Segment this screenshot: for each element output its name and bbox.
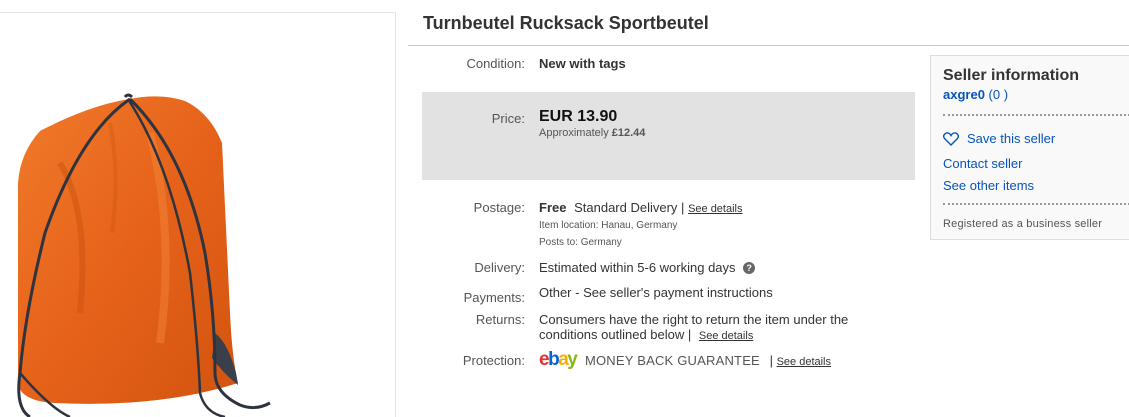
price-approximate: Approximately £12.44: [539, 127, 645, 139]
postage-method: Standard Delivery: [574, 200, 678, 215]
price-amount: EUR 13.90: [539, 108, 618, 125]
returns-see-details-link[interactable]: See details: [699, 330, 753, 342]
returns-line-1: Consumers have the right to return the i…: [539, 312, 849, 327]
seller-divider-top: [943, 114, 1129, 116]
returns-line-2: conditions outlined below |: [539, 327, 692, 342]
approx-prefix: Approximately: [539, 127, 609, 139]
posts-to-value: Germany: [580, 237, 622, 248]
delivery-value-row: Estimated within 5-6 working days ?: [539, 260, 756, 275]
returns-label: Returns:: [475, 312, 525, 327]
price-box: [422, 92, 915, 180]
protection-see-details-link[interactable]: See details: [777, 356, 831, 368]
seller-info-title: Seller information: [943, 67, 1080, 84]
posts-to: Posts to: Germany: [539, 237, 622, 248]
title-divider: [408, 45, 1129, 46]
see-other-items-link[interactable]: See other items: [943, 178, 1034, 193]
delivery-label: Delivery:: [474, 260, 525, 275]
contact-seller-link[interactable]: Contact seller: [943, 156, 1022, 171]
protection-label: Protection:: [462, 353, 525, 368]
price-label: Price:: [491, 111, 525, 126]
returns-line-2-row: conditions outlined below | See details: [539, 327, 753, 342]
help-icon[interactable]: ?: [743, 262, 756, 274]
item-location-label: Item location:: [539, 220, 599, 231]
seller-info-box: Seller information axgre0 (0 ) Save this…: [930, 55, 1129, 240]
seller-username-link[interactable]: axgre0: [943, 87, 985, 102]
seller-divider-bottom: [943, 203, 1129, 205]
save-seller-label: Save this seller: [967, 131, 1056, 146]
ebay-logo: ebay: [539, 349, 578, 370]
protection-separator: |: [769, 353, 773, 368]
product-image: [17, 93, 271, 417]
seller-name-row: axgre0 (0 ): [943, 87, 1008, 102]
condition-value: New with tags: [539, 56, 626, 71]
product-image-panel[interactable]: [0, 12, 396, 417]
postage-free: Free: [539, 200, 567, 215]
protection-value: ebay MONEY BACK GUARANTEE | See details: [539, 349, 831, 371]
posts-to-label: Posts to:: [539, 237, 578, 248]
postage-value: Free Standard Delivery | See details: [539, 200, 743, 215]
save-seller-link[interactable]: Save this seller: [943, 131, 1055, 146]
postage-separator: |: [681, 200, 685, 215]
approx-amount: £12.44: [611, 127, 646, 139]
listing-title: Turnbeutel Rucksack Sportbeutel: [423, 13, 709, 33]
item-location-value: Hanau, Germany: [601, 220, 678, 231]
delivery-value: Estimated within 5-6 working days: [539, 260, 736, 275]
postage-see-details-link[interactable]: See details: [688, 203, 742, 215]
item-location: Item location: Hanau, Germany: [539, 220, 677, 231]
seller-feedback-link[interactable]: (0 ): [989, 87, 1009, 102]
heart-icon: [943, 132, 959, 146]
payments-label: Payments:: [463, 290, 525, 305]
money-back-guarantee: MONEY BACK GUARANTEE: [584, 353, 760, 368]
payments-value: Other - See seller's payment instruction…: [539, 285, 773, 300]
condition-label: Condition:: [466, 56, 525, 71]
postage-label: Postage:: [473, 200, 525, 215]
business-seller-note: Registered as a business seller: [943, 218, 1103, 230]
